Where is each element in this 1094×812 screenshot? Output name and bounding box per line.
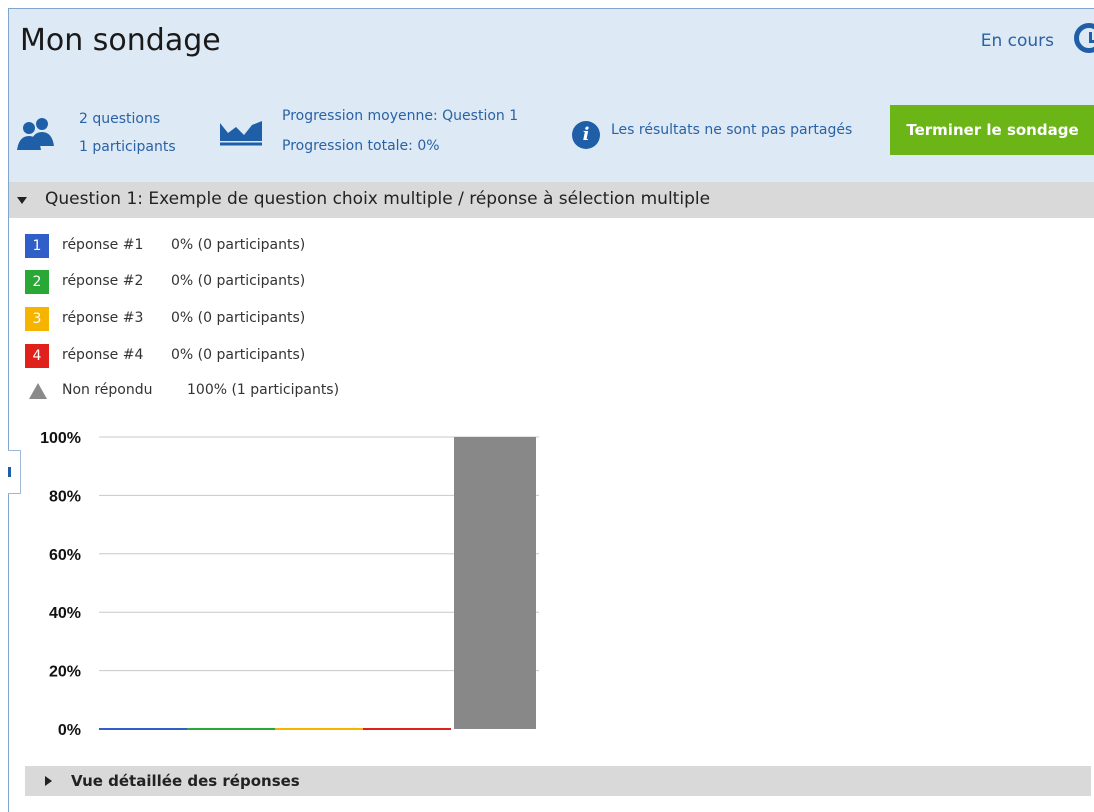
participant-count: 1 participants [79, 139, 176, 155]
people-icon [17, 118, 54, 150]
survey-header: Mon sondage En cours [9, 9, 1094, 85]
legend-value: 0% (0 participants) [171, 310, 306, 326]
results-chart: 0% 20% 40% 60% 80% 100% [40, 430, 539, 739]
unanswered-icon [29, 383, 47, 399]
legend-swatch: 4 [25, 344, 49, 368]
finish-survey-button[interactable]: Terminer le sondage [890, 105, 1094, 155]
y-tick-label: 60% [49, 547, 81, 564]
legend-label: réponse #2 [62, 273, 144, 289]
expand-icon [45, 776, 52, 786]
detail-view-label: Vue détaillée des réponses [71, 772, 300, 790]
legend-value: 0% (0 participants) [171, 237, 306, 253]
question-title: Question 1: Exemple de question choix mu… [45, 189, 711, 209]
side-handle[interactable] [8, 450, 21, 494]
survey-panel: Mon sondage En cours 2 questions 1 parti… [8, 8, 1094, 812]
question-header[interactable]: Question 1: Exemple de question choix mu… [9, 182, 1094, 218]
legend-label: réponse #1 [62, 237, 144, 253]
sharing-status: Les résultats ne sont pas partagés [611, 122, 853, 138]
legend-label: réponse #4 [62, 347, 144, 363]
y-tick-label: 40% [49, 605, 81, 622]
total-progress: Progression totale: 0% [282, 138, 440, 154]
average-progress: Progression moyenne: Question 1 [282, 108, 519, 124]
clock-icon [1074, 23, 1094, 53]
legend-swatch: 2 [25, 270, 49, 294]
y-tick-label: 80% [49, 488, 81, 505]
legend-swatch: 1 [25, 234, 49, 258]
legend-label: réponse #3 [62, 310, 144, 326]
y-tick-label: 100% [40, 430, 81, 447]
y-tick-label: 20% [49, 664, 81, 681]
info-icon: i [572, 121, 600, 149]
legend-value: 0% (0 participants) [171, 273, 306, 289]
bar-5 [454, 437, 536, 729]
chart-plot: 0% 20% 40% 60% 80% 100% [40, 430, 539, 739]
legend-label: Non répondu [62, 382, 153, 398]
status-label: En cours [980, 31, 1054, 51]
question-count: 2 questions [79, 111, 161, 127]
page-title: Mon sondage [20, 23, 221, 58]
y-tick-label: 0% [58, 722, 81, 739]
legend-swatch: 3 [25, 307, 49, 331]
chart-icon [220, 121, 262, 146]
detail-view-toggle[interactable]: Vue détaillée des réponses [25, 766, 1091, 796]
legend-value: 100% (1 participants) [187, 382, 340, 398]
legend-value: 0% (0 participants) [171, 347, 306, 363]
collapse-icon [17, 197, 27, 204]
